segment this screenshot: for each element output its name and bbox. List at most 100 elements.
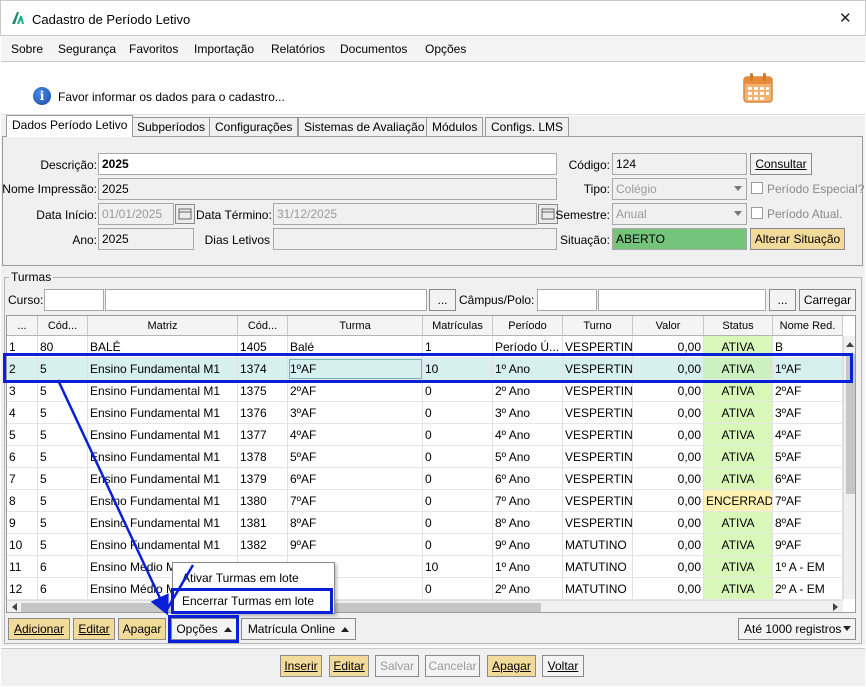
column-header[interactable]: Cód...: [238, 316, 288, 336]
curso-name-field[interactable]: [105, 289, 427, 311]
table-cell: MATUTINO: [563, 578, 633, 600]
table-cell: 9ºAF: [288, 534, 423, 556]
data-termino-field[interactable]: 31/12/2025: [273, 203, 537, 225]
tab-dados-periodo-letivo[interactable]: Dados Período Letivo: [6, 115, 134, 137]
voltar-button[interactable]: Voltar: [542, 655, 584, 677]
ano-field[interactable]: 2025: [98, 228, 194, 250]
column-header[interactable]: Valor: [633, 316, 704, 336]
table-row[interactable]: 4 5 Ensino Fundamental M1 1376 3ºAF 0 3º Ano VE…: [7, 402, 843, 424]
table-cell: 2º Ano: [493, 578, 563, 600]
data-inicio-calendar-icon[interactable]: [175, 204, 195, 224]
tipo-select[interactable]: Colégio: [612, 178, 747, 200]
table-row[interactable]: 3 5 Ensino Fundamental M1 1375 2ºAF 0 2º Ano VE…: [7, 380, 843, 402]
table-cell: B: [773, 336, 843, 358]
data-inicio-field[interactable]: 01/01/2025: [98, 203, 174, 225]
nome-impressao-label: Nome Impressão:: [2, 182, 97, 196]
codigo-field[interactable]: 124: [612, 153, 747, 175]
menu-importacao[interactable]: Importação: [194, 42, 254, 56]
dias-letivos-field[interactable]: [273, 228, 557, 250]
opcoes-label: Opções: [176, 622, 218, 636]
table-row[interactable]: 2 5 Ensino Fundamental M1 1374 1ºAF 10 1º Ano V…: [7, 358, 843, 380]
descricao-field[interactable]: 2025: [98, 153, 557, 175]
column-header[interactable]: Matrículas: [423, 316, 493, 336]
codigo-label: Código:: [568, 158, 610, 172]
table-cell: 5: [38, 534, 88, 556]
grid-editar-button[interactable]: Editar: [73, 618, 115, 640]
tab-modulos[interactable]: Módulos: [426, 117, 484, 137]
vertical-scrollbar[interactable]: [843, 336, 856, 599]
table-cell: MATUTINO: [563, 556, 633, 578]
table-cell: 0: [423, 424, 493, 446]
menu-relatorios[interactable]: Relatórios: [271, 42, 325, 56]
table-cell: 5: [38, 380, 88, 402]
grid-apagar-button[interactable]: Apagar: [118, 618, 166, 640]
editar-button[interactable]: Editar: [329, 655, 369, 677]
opcoes-button[interactable]: Opções: [171, 618, 237, 640]
table-row[interactable]: 180BALÉ1405Balé1Período Ú...VESPERTINO0,…: [7, 336, 843, 358]
vertical-scroll-thumb[interactable]: [846, 354, 855, 494]
column-header[interactable]: Nome Red.: [773, 316, 843, 336]
campus-name-field[interactable]: [598, 289, 766, 311]
column-header[interactable]: ...: [7, 316, 38, 336]
tab-sistemas-avaliacao[interactable]: Sistemas de Avaliação: [298, 117, 431, 137]
table-row[interactable]: 7 5 Ensino Fundamental M1 1379 6ºAF 0 6º Ano VE…: [7, 468, 843, 490]
menu-seguranca[interactable]: Segurança: [58, 42, 116, 56]
table-cell: ATIVA: [704, 424, 773, 446]
menu-documentos[interactable]: Documentos: [340, 42, 407, 56]
ativar-turmas-lote-item[interactable]: Ativar Turmas em lote: [182, 571, 299, 585]
tab-configuracoes[interactable]: Configurações: [209, 117, 299, 137]
table-row[interactable]: 5 5 Ensino Fundamental M1 1377 4ºAF 0 4º Ano VE…: [7, 424, 843, 446]
periodo-atual-checkbox[interactable]: [751, 207, 763, 219]
campus-lookup-button[interactable]: ...: [769, 289, 796, 311]
table-cell: 1380: [238, 490, 288, 512]
caret-up-icon: [223, 627, 232, 633]
menu-opcoes[interactable]: Opções: [425, 42, 466, 56]
tipo-value: Colégio: [616, 182, 657, 196]
table-cell: 9: [7, 512, 38, 534]
menu-sobre[interactable]: Sobre: [11, 42, 43, 56]
tab-configs-lms[interactable]: Configs. LMS: [485, 117, 570, 137]
encerrar-turmas-lote-item[interactable]: Encerrar Turmas em lote: [182, 594, 314, 608]
matricula-online-button[interactable]: Matrícula Online: [241, 618, 356, 640]
column-header[interactable]: Turno: [563, 316, 633, 336]
scroll-right-icon[interactable]: [829, 601, 841, 613]
nome-impressao-field[interactable]: 2025: [98, 178, 557, 200]
column-header[interactable]: Cód...: [38, 316, 88, 336]
column-header[interactable]: Turma: [288, 316, 423, 336]
curso-lookup-button[interactable]: ...: [429, 289, 456, 311]
table-cell: 10: [423, 358, 493, 380]
carregar-button[interactable]: Carregar: [799, 289, 856, 311]
campus-code-field[interactable]: [537, 289, 597, 311]
close-icon[interactable]: ✕: [839, 9, 852, 27]
table-cell: 2º Ano: [493, 380, 563, 402]
table-row[interactable]: 10 5 Ensino Fundamental M1 1382 9ºAF 0 9º Ano M…: [7, 534, 843, 556]
column-header[interactable]: Status: [704, 316, 773, 336]
alterar-situacao-button[interactable]: Alterar Situação: [750, 228, 845, 250]
table-row[interactable]: 12 6 Ensino Médio M1 0 2º Ano MATUTINO 0,00 ATI…: [7, 578, 843, 600]
table-cell: 6: [38, 578, 88, 600]
table-cell: 1377: [238, 424, 288, 446]
table-cell: 0,00: [633, 358, 704, 380]
scroll-up-icon[interactable]: [844, 338, 856, 352]
adicionar-button[interactable]: Adicionar: [8, 618, 70, 640]
table-row[interactable]: 11 6 Ensino Médio M1 10 1º Ano MATUTINO 0,00 AT…: [7, 556, 843, 578]
scroll-left-icon[interactable]: [9, 601, 21, 613]
column-header[interactable]: Matriz: [88, 316, 238, 336]
curso-code-field[interactable]: [44, 289, 104, 311]
registros-select[interactable]: Até 1000 registros: [738, 618, 856, 640]
consultar-button[interactable]: Consultar: [750, 153, 812, 175]
column-header[interactable]: Período: [493, 316, 563, 336]
inserir-button[interactable]: Inserir: [280, 655, 322, 677]
table-row[interactable]: 6 5 Ensino Fundamental M1 1378 5ºAF 0 5º Ano VE…: [7, 446, 843, 468]
menu-favoritos[interactable]: Favoritos: [129, 42, 178, 56]
semestre-select[interactable]: Anual: [612, 203, 747, 225]
tab-subperiodos[interactable]: Subperíodos: [131, 117, 212, 137]
apagar-button[interactable]: Apagar: [487, 655, 536, 677]
table-row[interactable]: 9 5 Ensino Fundamental M1 1381 8ºAF 0 8º Ano VE…: [7, 512, 843, 534]
horizontal-scrollbar[interactable]: [7, 600, 843, 613]
table-cell: 6º Ano: [493, 468, 563, 490]
table-row[interactable]: 8 5 Ensino Fundamental M1 1380 7ºAF 0 7º Ano VE…: [7, 490, 843, 512]
salvar-button[interactable]: Salvar: [375, 655, 419, 677]
cancelar-button[interactable]: Cancelar: [425, 655, 480, 677]
periodo-especial-checkbox[interactable]: [751, 182, 763, 194]
